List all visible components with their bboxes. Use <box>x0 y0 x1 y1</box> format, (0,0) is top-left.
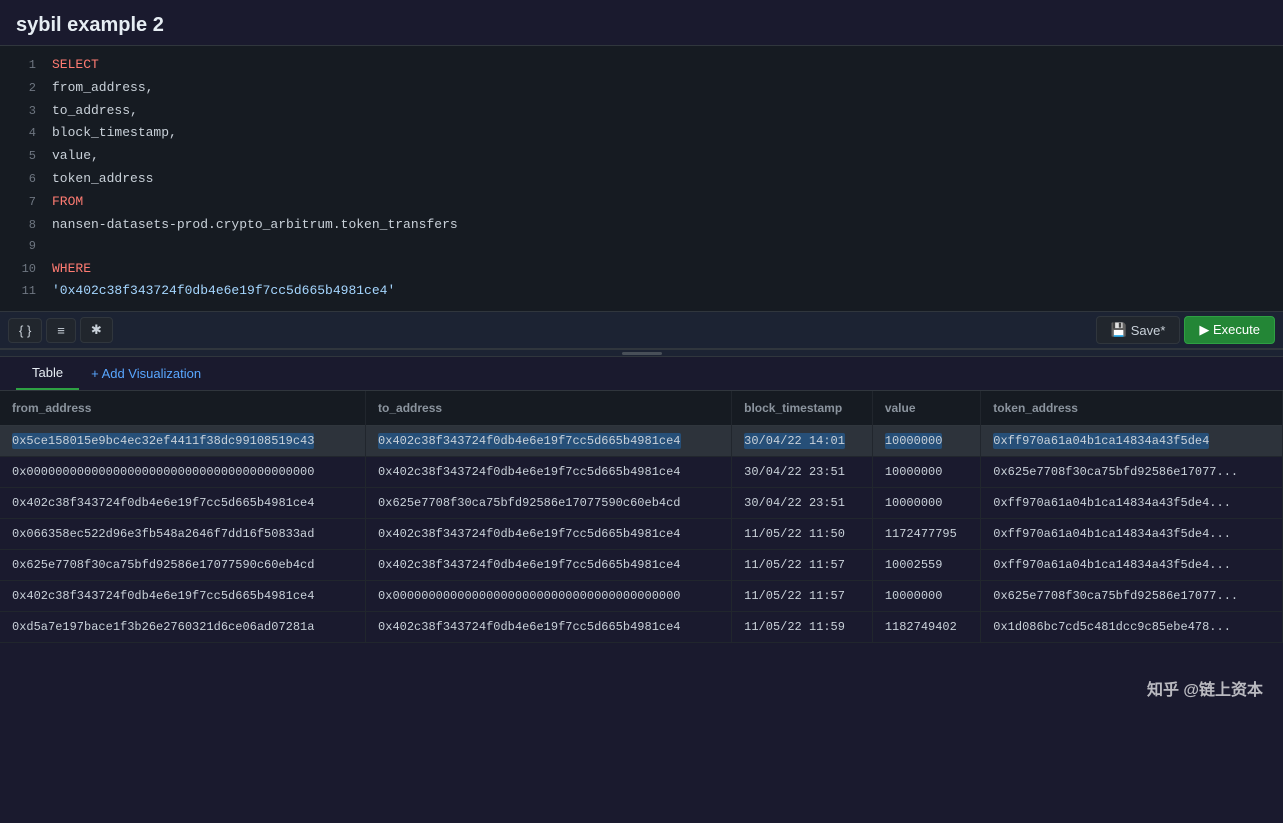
results-area: Table + Add Visualization from_address t… <box>0 357 1283 823</box>
cell-to_address: 0x402c38f343724f0db4e6e19f7cc5d665b4981c… <box>366 457 732 488</box>
cell-to_address: 0x402c38f343724f0db4e6e19f7cc5d665b4981c… <box>366 519 732 550</box>
code-line-3: 3 to_address, <box>0 100 1283 123</box>
cell-to_address: 0x402c38f343724f0db4e6e19f7cc5d665b4981c… <box>366 550 732 581</box>
watermark: 知乎 @链上资本 <box>1147 676 1263 700</box>
cell-block_timestamp: 11/05/22 11:57 <box>732 581 873 612</box>
cell-from_address: 0x402c38f343724f0db4e6e19f7cc5d665b4981c… <box>0 581 366 612</box>
cell-to_address: 0x402c38f343724f0db4e6e19f7cc5d665b4981c… <box>366 612 732 643</box>
cell-to_address: 0x625e7708f30ca75bfd92586e17077590c60eb4… <box>366 488 732 519</box>
code-editor[interactable]: 1 SELECT 2 from_address, 3 to_address, 4… <box>0 46 1283 312</box>
tab-table[interactable]: Table <box>16 357 79 390</box>
cell-from_address: 0x066358ec522d96e3fb548a2646f7dd16f50833… <box>0 519 366 550</box>
cell-block_timestamp: 30/04/22 23:51 <box>732 457 873 488</box>
code-line-2: 2 from_address, <box>0 77 1283 100</box>
cell-block_timestamp: 11/05/22 11:57 <box>732 550 873 581</box>
cell-to_address: 0x00000000000000000000000000000000000000… <box>366 581 732 612</box>
cell-value: 1182749402 <box>872 612 980 643</box>
cell-token_address: 0x625e7708f30ca75bfd92586e17077... <box>981 581 1283 612</box>
col-header-token-address: token_address <box>981 391 1283 426</box>
header: sybil example 2 <box>0 0 1283 46</box>
col-header-from-address: from_address <box>0 391 366 426</box>
col-header-value: value <box>872 391 980 426</box>
cell-value: 10002559 <box>872 550 980 581</box>
col-header-to-address: to_address <box>366 391 732 426</box>
code-line-9: 9 <box>0 236 1283 257</box>
code-line-10: 10 WHERE <box>0 258 1283 281</box>
code-line-4: 4 block_timestamp, <box>0 122 1283 145</box>
cell-block_timestamp: 30/04/22 14:01 <box>732 426 873 457</box>
cell-from_address: 0x5ce158015e9bc4ec32ef4411f38dc99108519c… <box>0 426 366 457</box>
code-line-8: 8 nansen-datasets-prod.crypto_arbitrum.t… <box>0 214 1283 237</box>
toolbar: { } ≡ ✱ 💾 Save* ▶ Execute <box>0 312 1283 349</box>
data-table: from_address to_address block_timestamp … <box>0 391 1283 643</box>
cell-from_address: 0xd5a7e197bace1f3b26e2760321d6ce06ad0728… <box>0 612 366 643</box>
code-line-11: 11 '0x402c38f343724f0db4e6e19f7cc5d665b4… <box>0 280 1283 303</box>
cell-value: 10000000 <box>872 426 980 457</box>
save-button[interactable]: 💾 Save* <box>1096 316 1181 344</box>
add-visualization-button[interactable]: + Add Visualization <box>79 358 213 389</box>
data-table-container[interactable]: from_address to_address block_timestamp … <box>0 391 1283 823</box>
cell-block_timestamp: 11/05/22 11:59 <box>732 612 873 643</box>
cell-value: 10000000 <box>872 457 980 488</box>
code-line-1: 1 SELECT <box>0 54 1283 77</box>
format-star-button[interactable]: ✱ <box>80 317 113 343</box>
cell-block_timestamp: 11/05/22 11:50 <box>732 519 873 550</box>
cell-from_address: 0x625e7708f30ca75bfd92586e17077590c60eb4… <box>0 550 366 581</box>
table-row[interactable]: 0x066358ec522d96e3fb548a2646f7dd16f50833… <box>0 519 1283 550</box>
cell-value: 10000000 <box>872 581 980 612</box>
format-json-button[interactable]: { } <box>8 318 42 343</box>
cell-token_address: 0xff970a61a04b1ca14834a43f5de4 <box>981 426 1283 457</box>
cell-from_address: 0x402c38f343724f0db4e6e19f7cc5d665b4981c… <box>0 488 366 519</box>
cell-token_address: 0xff970a61a04b1ca14834a43f5de4... <box>981 488 1283 519</box>
results-tabs: Table + Add Visualization <box>0 357 1283 391</box>
code-line-5: 5 value, <box>0 145 1283 168</box>
format-table-button[interactable]: ≡ <box>46 318 76 343</box>
cell-value: 1172477795 <box>872 519 980 550</box>
code-line-6: 6 token_address <box>0 168 1283 191</box>
table-header-row: from_address to_address block_timestamp … <box>0 391 1283 426</box>
save-icon: 💾 <box>1111 322 1127 338</box>
cell-from_address: 0x00000000000000000000000000000000000000… <box>0 457 366 488</box>
cell-to_address: 0x402c38f343724f0db4e6e19f7cc5d665b4981c… <box>366 426 732 457</box>
table-row[interactable]: 0x402c38f343724f0db4e6e19f7cc5d665b4981c… <box>0 488 1283 519</box>
cell-token_address: 0xff970a61a04b1ca14834a43f5de4... <box>981 550 1283 581</box>
col-header-block-timestamp: block_timestamp <box>732 391 873 426</box>
table-row[interactable]: 0x402c38f343724f0db4e6e19f7cc5d665b4981c… <box>0 581 1283 612</box>
table-row[interactable]: 0x00000000000000000000000000000000000000… <box>0 457 1283 488</box>
resize-divider[interactable] <box>0 349 1283 357</box>
cell-token_address: 0x625e7708f30ca75bfd92586e17077... <box>981 457 1283 488</box>
divider-handle <box>622 352 662 355</box>
cell-block_timestamp: 30/04/22 23:51 <box>732 488 873 519</box>
table-row[interactable]: 0x5ce158015e9bc4ec32ef4411f38dc99108519c… <box>0 426 1283 457</box>
cell-value: 10000000 <box>872 488 980 519</box>
cell-token_address: 0x1d086bc7cd5c481dcc9c85ebe478... <box>981 612 1283 643</box>
page-title: sybil example 2 <box>16 14 164 36</box>
execute-button[interactable]: ▶ Execute <box>1184 316 1275 344</box>
cell-token_address: 0xff970a61a04b1ca14834a43f5de4... <box>981 519 1283 550</box>
table-row[interactable]: 0xd5a7e197bace1f3b26e2760321d6ce06ad0728… <box>0 612 1283 643</box>
code-line-7: 7 FROM <box>0 191 1283 214</box>
table-row[interactable]: 0x625e7708f30ca75bfd92586e17077590c60eb4… <box>0 550 1283 581</box>
